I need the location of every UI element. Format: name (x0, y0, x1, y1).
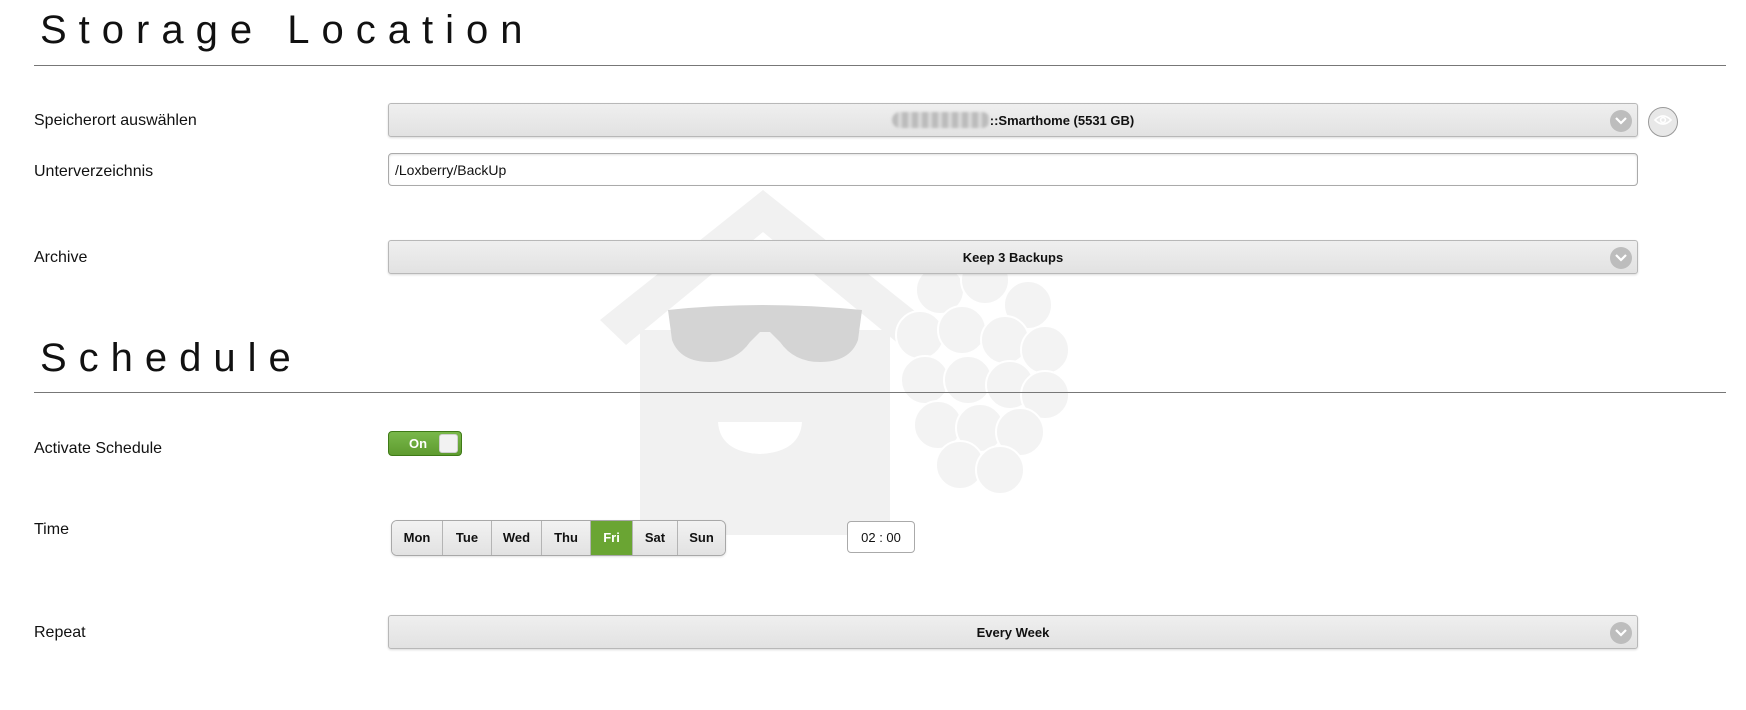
chevron-down-icon (1610, 622, 1632, 644)
time-label: Time (34, 521, 69, 538)
chevron-down-icon (1610, 110, 1632, 132)
schedule-title: Schedule (40, 336, 303, 380)
storage-location-select[interactable]: ::Smarthome (5531 GB) (388, 103, 1638, 137)
storage-location-label: Speicherort auswählen (34, 112, 197, 129)
subdirectory-input[interactable] (388, 153, 1638, 186)
repeat-select[interactable]: Every Week (388, 615, 1638, 649)
schedule-divider (34, 392, 1726, 393)
day-sun-button[interactable]: Sun (678, 521, 725, 555)
browse-location-button[interactable] (1648, 107, 1678, 137)
time-input[interactable]: 02 : 00 (847, 521, 915, 553)
time-hour[interactable]: 02 (861, 530, 875, 545)
weekday-selector: Mon Tue Wed Thu Fri Sat Sun (391, 520, 726, 556)
subdirectory-label: Unterverzeichnis (34, 163, 154, 180)
time-minute[interactable]: 00 (886, 530, 900, 545)
day-mon-button[interactable]: Mon (392, 521, 443, 555)
archive-label: Archive (34, 249, 88, 266)
day-fri-button[interactable]: Fri (591, 521, 633, 555)
schedule-toggle[interactable]: On (388, 431, 462, 456)
archive-select[interactable]: Keep 3 Backups (388, 240, 1638, 274)
archive-value: Keep 3 Backups (962, 249, 1064, 265)
loxberry-logo-watermark (600, 190, 1070, 535)
redacted-host-mask (891, 112, 990, 128)
day-wed-button[interactable]: Wed (492, 521, 542, 555)
storage-location-title: Storage Location (40, 8, 535, 52)
toggle-on-text: On (408, 436, 428, 451)
activate-schedule-label: Activate Schedule (34, 440, 163, 457)
time-separator: : (875, 529, 887, 545)
repeat-label: Repeat (34, 624, 86, 641)
toggle-knob[interactable] (439, 434, 458, 453)
eye-icon (1653, 113, 1673, 131)
storage-divider (34, 65, 1726, 66)
repeat-value: Every Week (976, 624, 1050, 640)
day-sat-button[interactable]: Sat (633, 521, 678, 555)
chevron-down-icon (1610, 247, 1632, 269)
day-tue-button[interactable]: Tue (443, 521, 492, 555)
storage-location-value: ::Smarthome (5531 GB) (989, 112, 1135, 128)
day-thu-button[interactable]: Thu (542, 521, 591, 555)
